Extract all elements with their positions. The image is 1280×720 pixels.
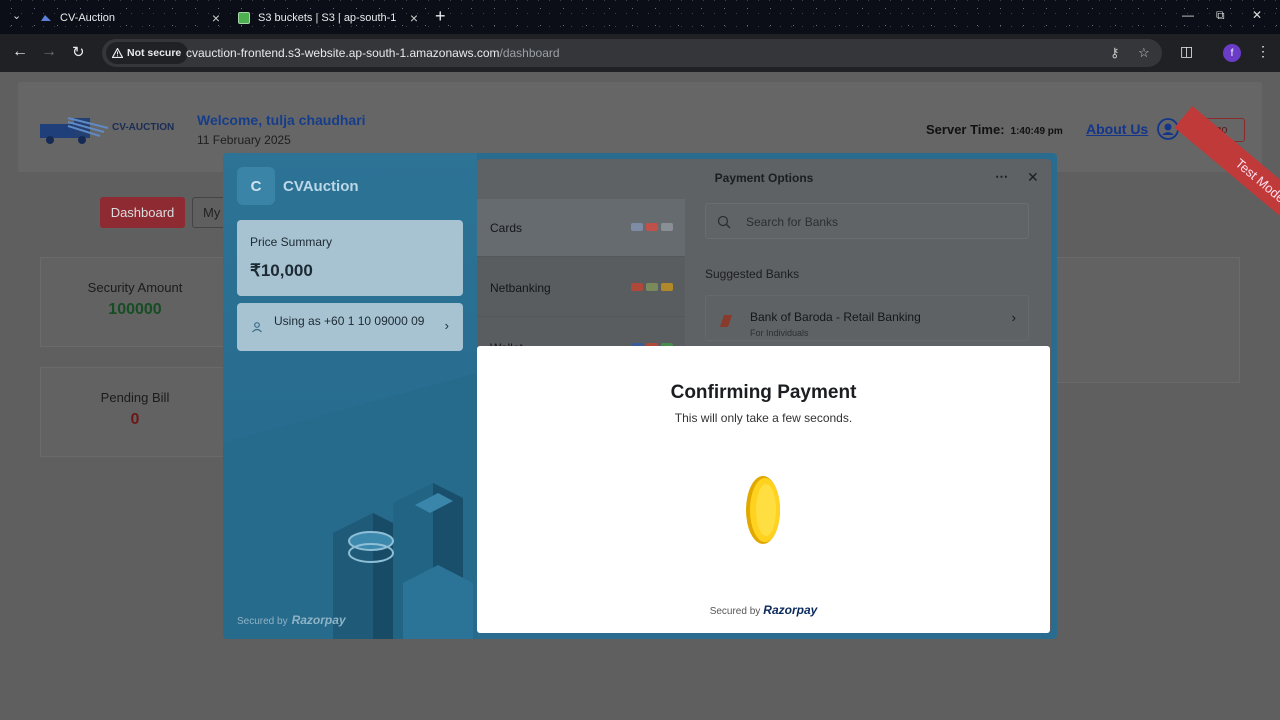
tab-search-icon[interactable]: ⌄ — [12, 9, 21, 22]
merchant-logo: C — [237, 167, 275, 205]
new-tab-icon[interactable]: + — [435, 6, 446, 27]
bank-search-input[interactable]: Search for Banks — [705, 203, 1029, 239]
profile-avatar[interactable]: f — [1223, 44, 1241, 62]
user-icon — [252, 322, 262, 333]
browser-toolbar: ← → ↻ Not secure cvauction-frontend.s3-w… — [0, 34, 1280, 72]
password-key-icon[interactable]: ⚷ — [1110, 45, 1120, 61]
close-tab-icon[interactable]: × — [410, 10, 418, 26]
secured-by-label: Secured by — [237, 616, 288, 627]
welcome-text: Welcome, tulja chaudhari — [197, 112, 366, 128]
method-label: Netbanking — [490, 281, 551, 295]
search-placeholder: Search for Banks — [746, 215, 839, 229]
current-date: 11 February 2025 — [197, 133, 291, 147]
bank-subtitle: For Individuals — [750, 328, 809, 338]
close-icon[interactable]: ✕ — [1027, 169, 1039, 186]
extensions-icon[interactable]: ◫ — [1180, 43, 1193, 60]
search-icon — [717, 215, 731, 229]
card-label: Pending Bill — [100, 390, 170, 405]
summary-card — [1050, 257, 1240, 383]
price-summary-label: Price Summary — [250, 235, 333, 249]
confirming-subtitle: This will only take a few seconds. — [674, 411, 853, 425]
razorpay-logo: Razorpay — [291, 613, 346, 627]
close-window-icon[interactable]: ✕ — [1252, 8, 1262, 22]
address-bar[interactable]: Not secure cvauction-frontend.s3-website… — [102, 39, 1162, 67]
confirming-title: Confirming Payment — [670, 382, 857, 403]
card-value: 0 — [130, 411, 140, 428]
tab-s3-buckets[interactable]: S3 buckets | S3 | ap-south-1 × — [238, 6, 418, 30]
url-text: cvauction-frontend.s3-website.ap-south-1… — [186, 46, 560, 60]
bank-option-row[interactable]: Bank of Baroda - Retail Banking For Indi… — [705, 295, 1029, 341]
cv-auction-logo[interactable]: CV-AUCTION — [38, 110, 178, 150]
merchant-name: CVAuction — [283, 178, 359, 195]
bank-of-baroda-icon — [720, 315, 732, 327]
checkout-left-panel: C CVAuction Price Summary ₹10,000 Using … — [223, 153, 477, 639]
server-time: Server Time: 1:40:49 pm — [926, 122, 1063, 137]
about-us-link[interactable]: About Us — [1086, 121, 1148, 137]
bank-name: Bank of Baroda - Retail Banking — [750, 310, 921, 324]
url-host: cvauction-frontend.s3-website.ap-south-1… — [186, 46, 500, 60]
method-netbanking[interactable]: Netbanking — [477, 259, 685, 317]
card-network-icons — [631, 223, 673, 231]
url-path: /dashboard — [499, 46, 560, 60]
back-icon[interactable]: ← — [12, 43, 28, 61]
secured-by-footer: Secured by Razorpay — [237, 613, 346, 627]
bookmark-star-icon[interactable]: ☆ — [1138, 45, 1150, 61]
razorpay-logo: Razorpay — [763, 603, 818, 617]
tab-title: CV-Auction — [60, 12, 116, 24]
secured-by-label: Secured by — [709, 606, 761, 617]
tab-title: S3 buckets | S3 | ap-south-1 — [258, 12, 397, 24]
reload-icon[interactable]: ↻ — [72, 43, 85, 61]
price-summary-card: Price Summary ₹10,000 — [237, 220, 463, 296]
security-amount-card: Security Amount 100000 — [40, 257, 230, 347]
method-label: Cards — [490, 221, 523, 235]
close-tab-icon[interactable]: × — [212, 10, 220, 26]
card-label: Security Amount — [87, 280, 183, 295]
payment-options-title: Payment Options — [714, 171, 814, 185]
server-time-value: 1:40:49 pm — [1010, 126, 1063, 137]
price-amount: ₹10,000 — [250, 261, 313, 280]
browser-tab-bar: ⌄ CV-Auction × S3 buckets | S3 | ap-sout… — [0, 0, 1280, 34]
confirming-payment-dialog: Confirming Payment This will only take a… — [477, 346, 1050, 633]
chevron-right-icon: › — [1011, 310, 1016, 325]
method-cards[interactable]: Cards — [477, 199, 685, 257]
tab-cv-auction[interactable]: CV-Auction × — [40, 6, 220, 30]
using-as-text: Using as +60 1 10 09000 09 — [274, 314, 425, 328]
contact-row[interactable]: Using as +60 1 10 09000 09 › — [237, 303, 463, 351]
bank-icons — [631, 283, 673, 291]
chevron-right-icon: › — [444, 318, 449, 333]
menu-kebab-icon[interactable]: ⋮ — [1256, 43, 1270, 60]
s3-favicon-icon — [238, 12, 250, 24]
pending-bill-card: Pending Bill 0 — [40, 367, 230, 457]
secured-by-footer: Secured by Razorpay — [477, 603, 1050, 617]
forward-icon[interactable]: → — [41, 43, 57, 61]
not-secure-label: Not secure — [127, 47, 182, 59]
warning-icon — [112, 48, 123, 58]
not-secure-chip[interactable]: Not secure — [106, 42, 189, 64]
restore-icon[interactable]: ⧉ — [1216, 8, 1225, 23]
card-value: 100000 — [108, 301, 162, 318]
server-time-label: Server Time: — [926, 122, 1005, 137]
suggested-banks-heading: Suggested Banks — [705, 267, 800, 281]
coin-spinner-icon — [746, 476, 780, 544]
minimize-icon[interactable]: — — [1182, 8, 1194, 22]
more-options-icon[interactable]: ⋯ — [995, 169, 1008, 185]
svg-text:CV-AUCTION: CV-AUCTION — [112, 122, 174, 133]
cv-auction-favicon-icon — [41, 15, 51, 21]
dashboard-tab-button[interactable]: Dashboard — [100, 197, 185, 228]
